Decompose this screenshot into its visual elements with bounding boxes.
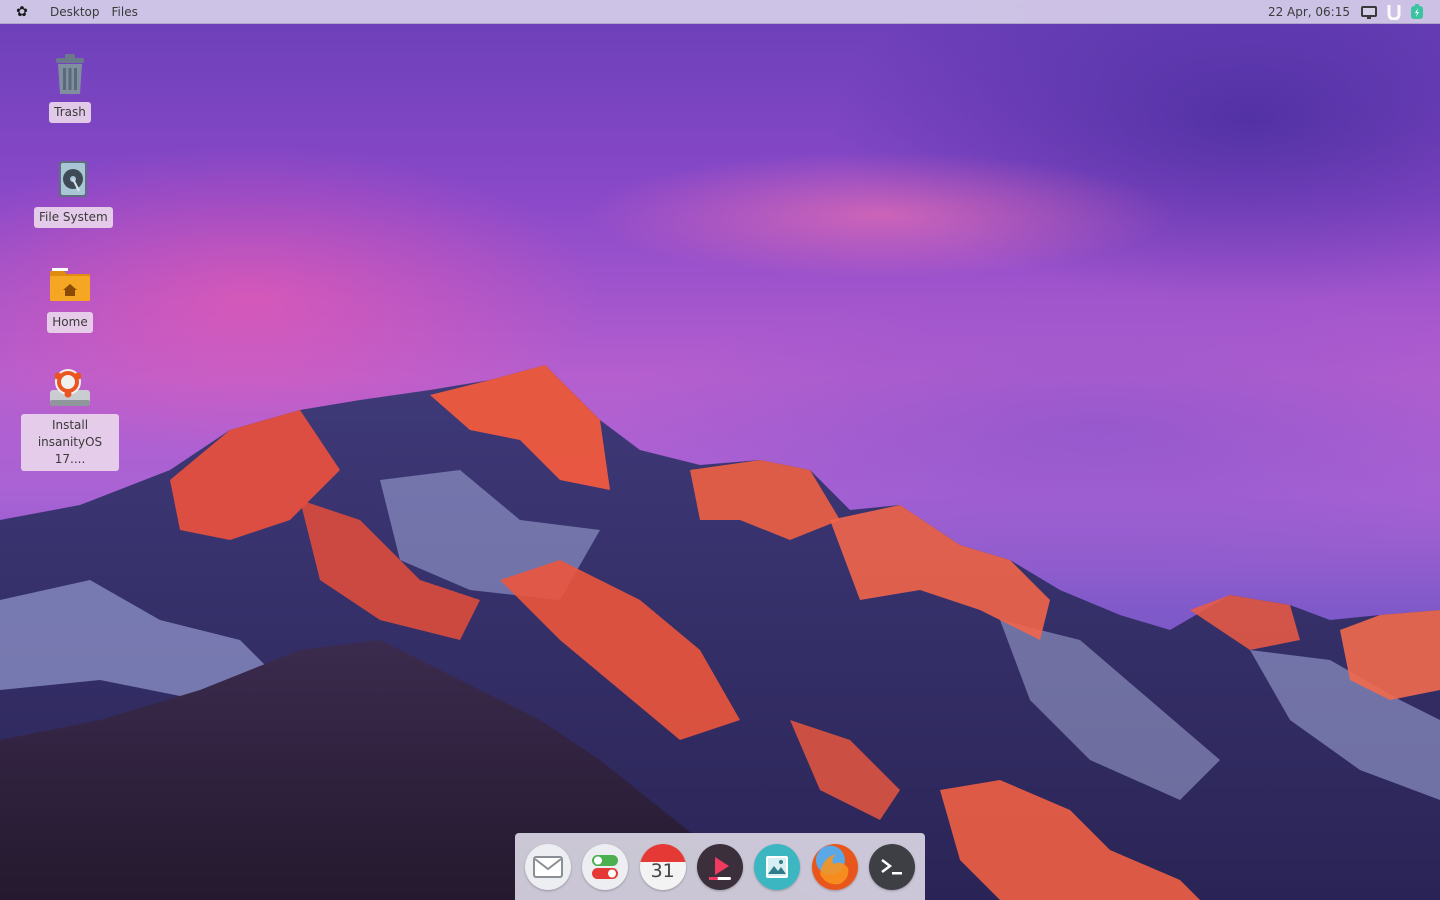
battery-icon[interactable] — [1408, 3, 1426, 20]
terminal-icon[interactable] — [868, 843, 915, 890]
display-icon[interactable] — [1360, 4, 1378, 20]
network-icon[interactable] — [1384, 4, 1402, 20]
desktop-icon-installer[interactable]: Install insanityOS 17.... — [21, 362, 119, 471]
desktop-icon-label: Install insanityOS 17.... — [21, 414, 119, 471]
image-viewer-icon[interactable] — [754, 843, 801, 890]
clock[interactable]: 22 Apr, 06:15 — [1268, 5, 1360, 19]
media-player-icon[interactable] — [696, 843, 743, 890]
desktop-icon-label: File System — [34, 207, 113, 228]
menu-files[interactable]: Files — [106, 0, 144, 24]
settings-toggle-icon[interactable] — [582, 843, 629, 890]
desktop-icon-home[interactable]: Home — [46, 260, 94, 333]
drive-icon — [49, 155, 97, 203]
menu-desktop[interactable]: Desktop — [44, 0, 106, 24]
desktop-icon-file-system[interactable]: File System — [34, 155, 113, 228]
dock: 31 — [515, 833, 925, 900]
desktop-icon-label: Home — [47, 312, 93, 333]
mail-icon[interactable] — [525, 843, 571, 890]
system-tray — [1360, 3, 1440, 20]
desktop-icon-label: Trash — [49, 102, 91, 123]
home-folder-icon — [46, 260, 94, 308]
firefox-icon[interactable] — [811, 843, 858, 890]
top-panel: ✿ Desktop Files 22 Apr, 06:15 — [0, 0, 1440, 24]
trash-icon — [46, 50, 94, 98]
whisker-menu-icon[interactable]: ✿ — [0, 0, 44, 24]
calendar-icon[interactable]: 31 — [639, 843, 686, 890]
desktop-icon-trash[interactable]: Trash — [46, 50, 94, 123]
calendar-day: 31 — [650, 859, 675, 882]
wallpaper-mountains — [0, 365, 1440, 900]
installer-icon — [46, 362, 94, 410]
